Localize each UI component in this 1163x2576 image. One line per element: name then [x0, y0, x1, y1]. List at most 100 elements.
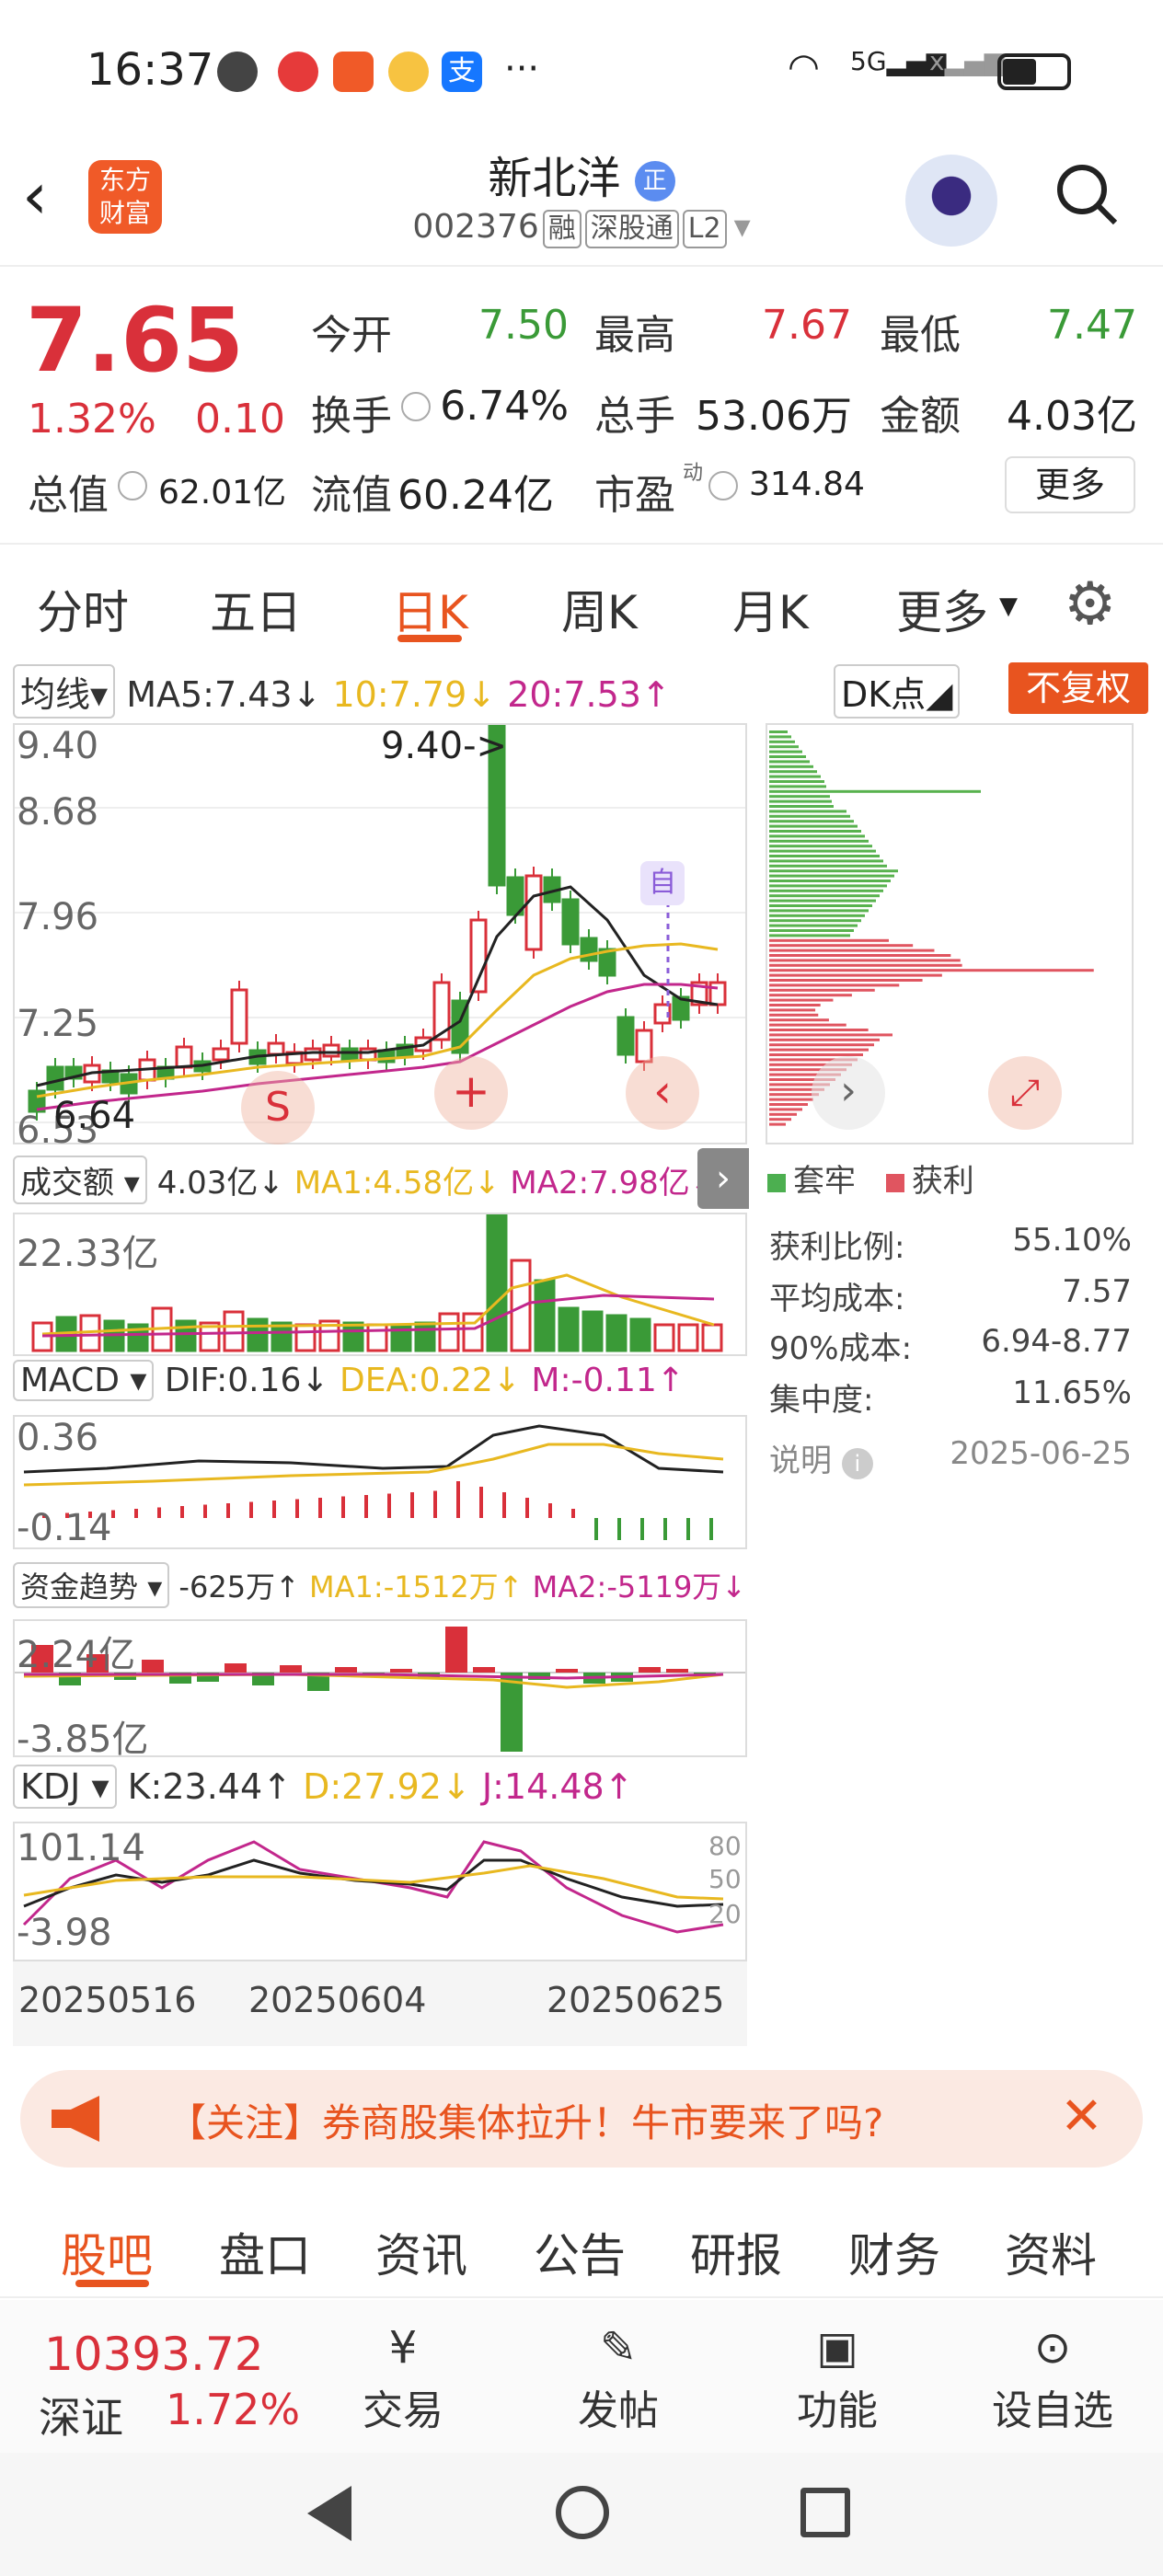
function-button[interactable]: ▣ 功能 [775, 2318, 900, 2436]
post-button[interactable]: ✎ 发帖 [556, 2318, 681, 2436]
macd-select[interactable]: MACD ▾ [13, 1360, 155, 1401]
macd-histogram-bar [387, 1493, 391, 1518]
tab-finance[interactable]: 财务 [848, 2219, 940, 2285]
info-icon[interactable] [401, 392, 431, 421]
kline-panel[interactable]: 9.40 8.68 7.96 7.25 6.53 9.40-> 6.64 自 S… [13, 716, 747, 1152]
chip-bar [769, 884, 887, 888]
volume-select[interactable]: 成交额 ▾ [13, 1156, 147, 1204]
tab-news[interactable]: 资讯 [375, 2219, 467, 2285]
tab-guba[interactable]: 股吧 [61, 2219, 153, 2285]
info-icon[interactable] [118, 471, 147, 500]
nav-recents-icon[interactable] [800, 2488, 850, 2537]
dk-select[interactable]: DK点◢ [834, 664, 961, 719]
news-notice-bar[interactable]: 【关注】券商股集体拉升！牛市要来了吗? ✕ [20, 2070, 1143, 2168]
turnover-label: 换手 [311, 393, 392, 440]
tab-research[interactable]: 研报 [690, 2219, 782, 2285]
scroll-left-icon[interactable]: ‹ [626, 1056, 699, 1130]
macd-y-bottom: -0.14 [17, 1507, 112, 1549]
robot-avatar-icon[interactable] [905, 155, 997, 247]
stock-code: 002376 [412, 208, 539, 246]
chip-bar [769, 1103, 808, 1106]
expand-icon[interactable]: ⤢ [988, 1056, 1062, 1130]
fund-select[interactable]: 资金趋势 ▾ [13, 1562, 170, 1608]
chip-stat-profit-ratio: 获利比例: 55.10% [769, 1222, 1132, 1266]
chip-bar [769, 994, 852, 997]
kdj-panel[interactable]: 101.14 -3.98 80 50 20 [13, 1822, 747, 1961]
volume-bar [653, 1323, 675, 1352]
zoom-in-icon[interactable]: + [434, 1056, 508, 1130]
ma-select[interactable]: 均线▾ [13, 664, 116, 719]
macd-histogram-bar [571, 1509, 575, 1518]
chip-note[interactable]: 说明 i 2025-06-25 [769, 1435, 1132, 1480]
notice-text[interactable]: 【关注】券商股集体拉升！牛市要来了吗? [167, 2092, 883, 2148]
macd-histogram-bar [709, 1518, 713, 1540]
peak-annotation: 9.40-> [381, 725, 508, 767]
fund-bar [142, 1660, 164, 1673]
more-circle-icon: ⊙ [1033, 2322, 1072, 2374]
nav-home-icon[interactable] [556, 2486, 609, 2539]
ma5-value: MA5:7.43↓ [126, 674, 322, 715]
macd-histogram-bar [295, 1499, 299, 1518]
grid-icon: ▣ [816, 2322, 858, 2374]
dropdown-icon[interactable]: ▾ [734, 208, 751, 246]
candle [561, 898, 580, 946]
macd-histogram-bar [479, 1487, 483, 1518]
tab-weekly-k[interactable]: 周K [561, 576, 638, 642]
fund-bar [639, 1667, 661, 1673]
macd-histogram-bar [318, 1498, 322, 1518]
volume-bar [582, 1310, 604, 1352]
tab-intraday[interactable]: 分时 [37, 576, 129, 642]
no-adjust-button[interactable]: 不复权 [1008, 662, 1148, 714]
volume-bar [414, 1321, 436, 1352]
fund-panel[interactable]: 2.24亿 -3.85亿 [13, 1619, 747, 1761]
fund-y-top: 2.24亿 [17, 1634, 136, 1676]
fund-bar [666, 1669, 688, 1673]
fund-bar [280, 1665, 302, 1673]
info-icon[interactable] [708, 471, 738, 500]
chip-distribution-panel[interactable]: › ⤢ [766, 723, 1134, 1144]
candle [267, 1041, 285, 1056]
macd-histogram-bar [111, 1510, 115, 1518]
chip-bar [769, 983, 900, 987]
expand-panel-arrow-icon[interactable]: › [697, 1148, 749, 1209]
add-watchlist-button[interactable]: ⊙ 设自选 [979, 2318, 1126, 2436]
chip-bar [769, 805, 834, 808]
chevron-down-icon[interactable]: ▼ [999, 592, 1018, 620]
tab-profile[interactable]: 资料 [1005, 2219, 1097, 2285]
nav-back-icon[interactable] [307, 2486, 351, 2541]
search-icon[interactable] [1054, 162, 1119, 226]
index-value[interactable]: 10393.72 [44, 2328, 264, 2381]
trade-button[interactable]: ¥ 交易 [340, 2318, 466, 2436]
more-button[interactable]: 更多 [1005, 456, 1135, 513]
index-pct: 1.72% [166, 2385, 301, 2434]
date-axis: 20250516 20250604 20250625 [13, 1961, 747, 2046]
ma20-line [36, 983, 719, 1111]
tab-pankou[interactable]: 盘口 [219, 2219, 311, 2285]
macd-histogram-bar [180, 1506, 184, 1518]
close-icon[interactable]: ✕ [1060, 2087, 1103, 2146]
chip-bar [769, 1013, 819, 1017]
volume-panel[interactable]: 22.33亿 [13, 1213, 747, 1356]
app-pinwheel-icon [388, 52, 429, 92]
self-marker[interactable]: 自 [640, 861, 685, 905]
chip-bar [769, 810, 846, 813]
volume-bar [247, 1317, 269, 1352]
macd-histogram-bar [157, 1507, 161, 1518]
settings-gear-icon[interactable]: ⚙ [1064, 570, 1116, 638]
tab-daily-k[interactable]: 日K [392, 576, 468, 642]
fund-bar [445, 1627, 467, 1673]
volume-bar [486, 1213, 508, 1352]
tab-five-day[interactable]: 五日 [210, 576, 302, 642]
macd-panel[interactable]: 0.36 -0.14 [13, 1415, 747, 1549]
macd-histogram-bar [249, 1501, 253, 1518]
sell-point-icon[interactable]: S [241, 1071, 315, 1144]
tab-more[interactable]: 更多 [896, 576, 988, 642]
chip-scroll-icon[interactable]: › [812, 1056, 885, 1130]
tab-announcement[interactable]: 公告 [534, 2219, 626, 2285]
stock-name: 新北洋 [488, 153, 621, 204]
tab-monthly-k[interactable]: 月K [732, 576, 809, 642]
more-dots-icon: ··· [504, 48, 540, 90]
chip-bar [769, 775, 821, 778]
candle [175, 1045, 193, 1069]
kdj-select[interactable]: KDJ ▾ [13, 1765, 117, 1809]
